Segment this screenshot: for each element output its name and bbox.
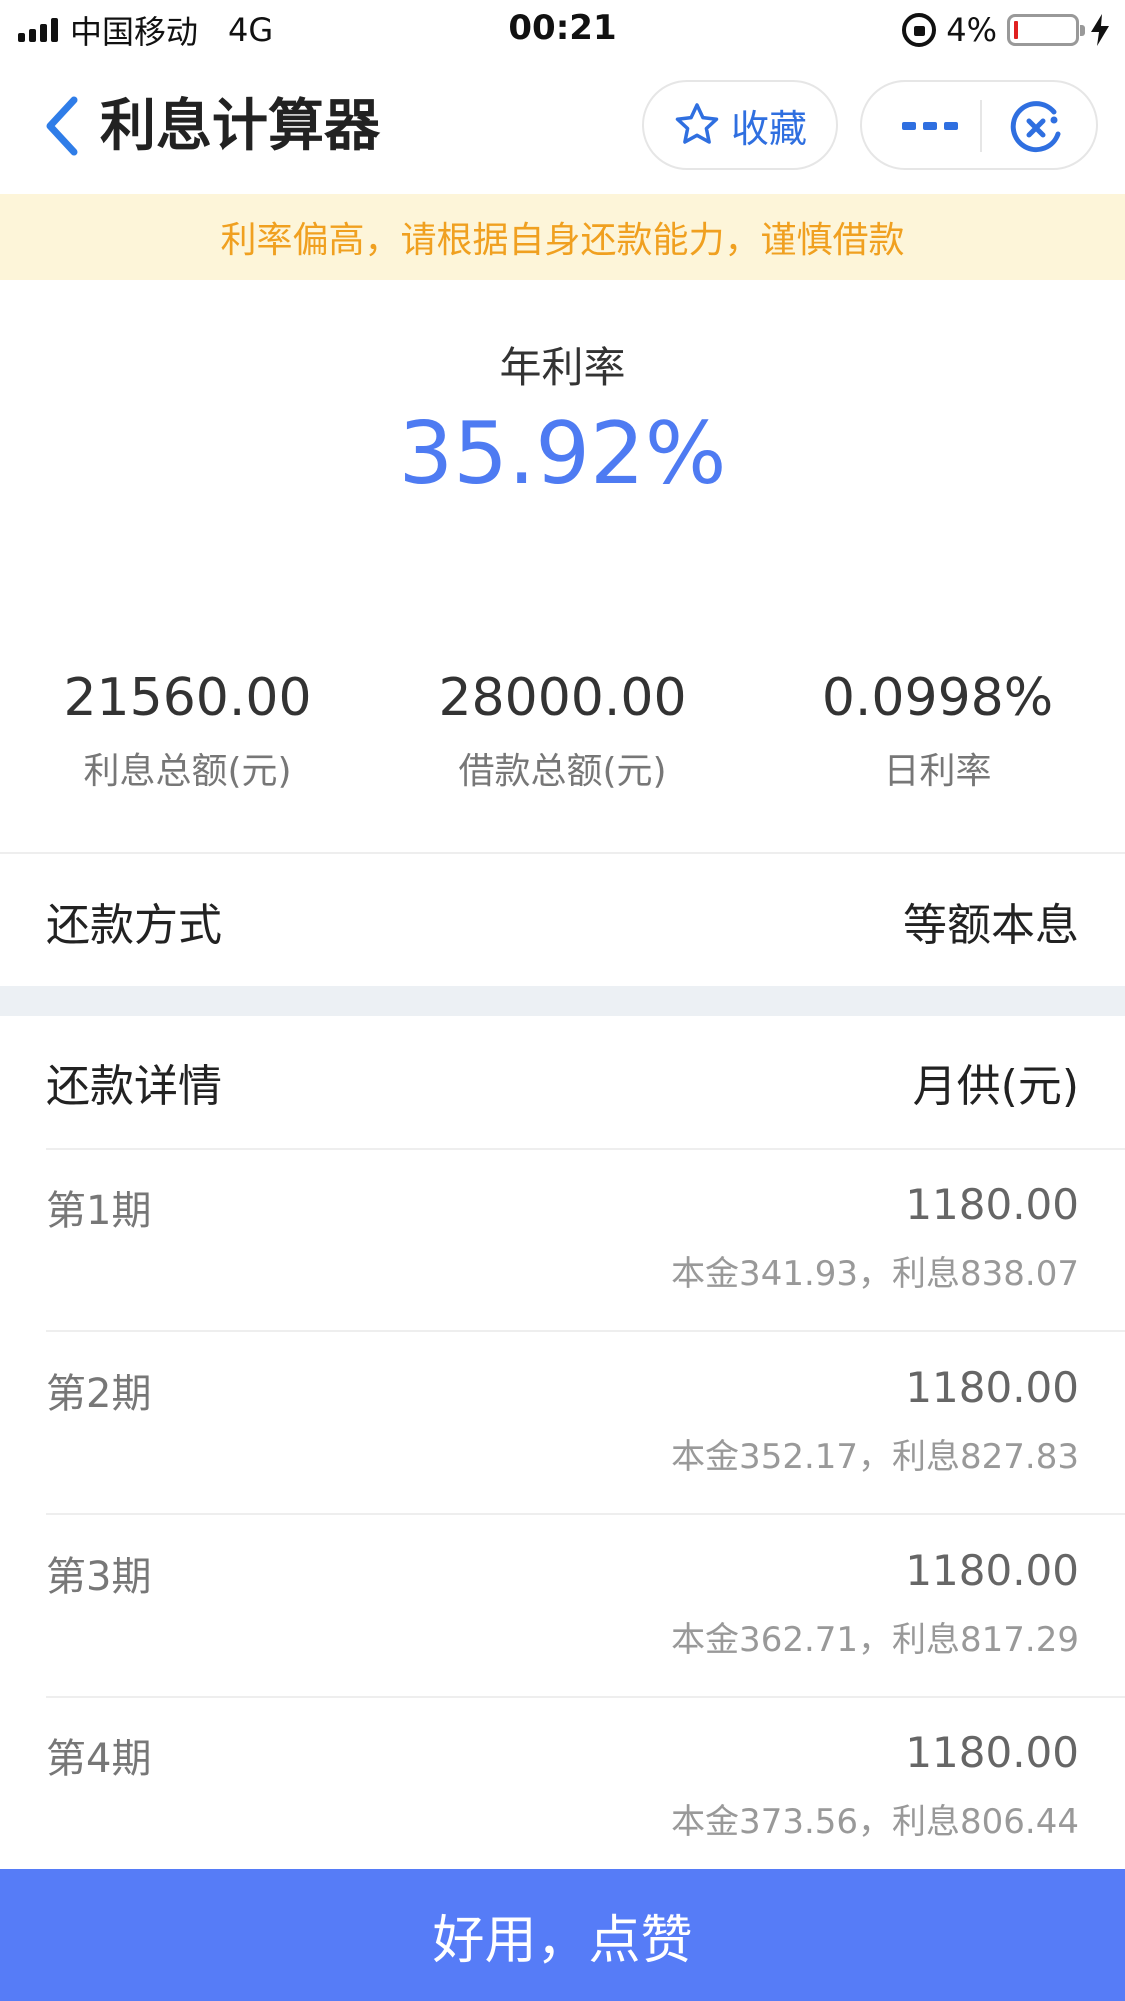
monthly-payment-label: 月供(元) xyxy=(912,1061,1079,1112)
period-name: 第1期 xyxy=(46,1188,152,1234)
warning-banner: 利率偏高，请根据自身还款能力，谨慎借款 xyxy=(0,194,1125,280)
status-bar: 中国移动 4G 00:21 4% xyxy=(0,0,1125,62)
period-amount: 1180.00 xyxy=(905,1728,1079,1777)
favorite-button[interactable]: 收藏 xyxy=(642,80,838,170)
period-detail: 本金362.71，利息817.29 xyxy=(671,1620,1079,1660)
more-icon[interactable] xyxy=(900,116,960,136)
section-gap xyxy=(0,986,1125,1016)
stat-label: 日利率 xyxy=(883,751,992,792)
stat-value: 0.0998% xyxy=(821,668,1054,728)
back-arrow-icon[interactable] xyxy=(40,94,84,158)
period-divider xyxy=(46,1330,1125,1332)
close-miniapp-icon[interactable] xyxy=(1008,100,1064,156)
period-amount: 1180.00 xyxy=(905,1363,1079,1412)
details-label: 还款详情 xyxy=(46,1061,222,1112)
stat-value: 28000.00 xyxy=(438,668,687,728)
period-name: 第2期 xyxy=(46,1371,152,1417)
stat-loan-total: 28000.00 借款总额(元) xyxy=(375,664,750,804)
stats-divider xyxy=(0,852,1125,854)
period-amount: 1180.00 xyxy=(905,1546,1079,1595)
list-item: 第4期 1180.00 本金373.56，利息806.44 xyxy=(46,1698,1079,1880)
stat-total-interest: 21560.00 利息总额(元) xyxy=(0,664,375,804)
period-detail: 本金352.17，利息827.83 xyxy=(671,1437,1079,1477)
warning-text: 利率偏高，请根据自身还款能力，谨慎借款 xyxy=(220,220,905,261)
page-title: 利息计算器 xyxy=(100,94,380,159)
nav-bar: 利息计算器 收藏 xyxy=(0,62,1125,192)
star-icon xyxy=(675,103,719,144)
repayment-method-row[interactable]: 还款方式 等额本息 xyxy=(0,856,1125,986)
annual-rate-value: 35.92% xyxy=(398,404,727,504)
orientation-lock-icon xyxy=(902,13,937,47)
list-item: 第2期 1180.00 本金352.17，利息827.83 xyxy=(46,1333,1125,1515)
annual-rate-label: 年利率 xyxy=(499,343,626,392)
list-item: 第1期 1180.00 本金341.93，利息838.07 xyxy=(46,1150,1125,1332)
battery-icon xyxy=(1007,14,1085,46)
period-name: 第3期 xyxy=(46,1554,152,1600)
repayment-method-label: 还款方式 xyxy=(46,900,222,951)
status-right: 4% xyxy=(902,11,1111,49)
capsule-divider xyxy=(980,100,982,152)
stats-row: 21560.00 利息总额(元) 28000.00 借款总额(元) 0.0998… xyxy=(0,664,1125,804)
period-divider xyxy=(46,1513,1125,1515)
like-button-label: 好用，点赞 xyxy=(432,1910,693,1971)
favorite-label: 收藏 xyxy=(730,106,807,151)
period-name: 第4期 xyxy=(46,1736,152,1782)
miniapp-capsule xyxy=(860,80,1098,170)
stat-daily-rate: 0.0998% 日利率 xyxy=(750,664,1125,804)
details-header: 还款详情 月供(元) xyxy=(0,1016,1125,1148)
period-detail: 本金373.56，利息806.44 xyxy=(671,1802,1079,1842)
list-item: 第3期 1180.00 本金362.71，利息817.29 xyxy=(46,1516,1125,1698)
stat-label: 借款总额(元) xyxy=(458,751,667,792)
charging-bolt-icon xyxy=(1091,14,1109,46)
stat-label: 利息总额(元) xyxy=(83,751,292,792)
repayment-method-value: 等额本息 xyxy=(903,900,1079,951)
period-amount: 1180.00 xyxy=(905,1180,1079,1229)
like-button[interactable]: 好用，点赞 xyxy=(0,1869,1125,2001)
battery-percent: 4% xyxy=(946,11,997,49)
period-detail: 本金341.93，利息838.07 xyxy=(671,1254,1079,1294)
stat-value: 21560.00 xyxy=(63,668,312,728)
